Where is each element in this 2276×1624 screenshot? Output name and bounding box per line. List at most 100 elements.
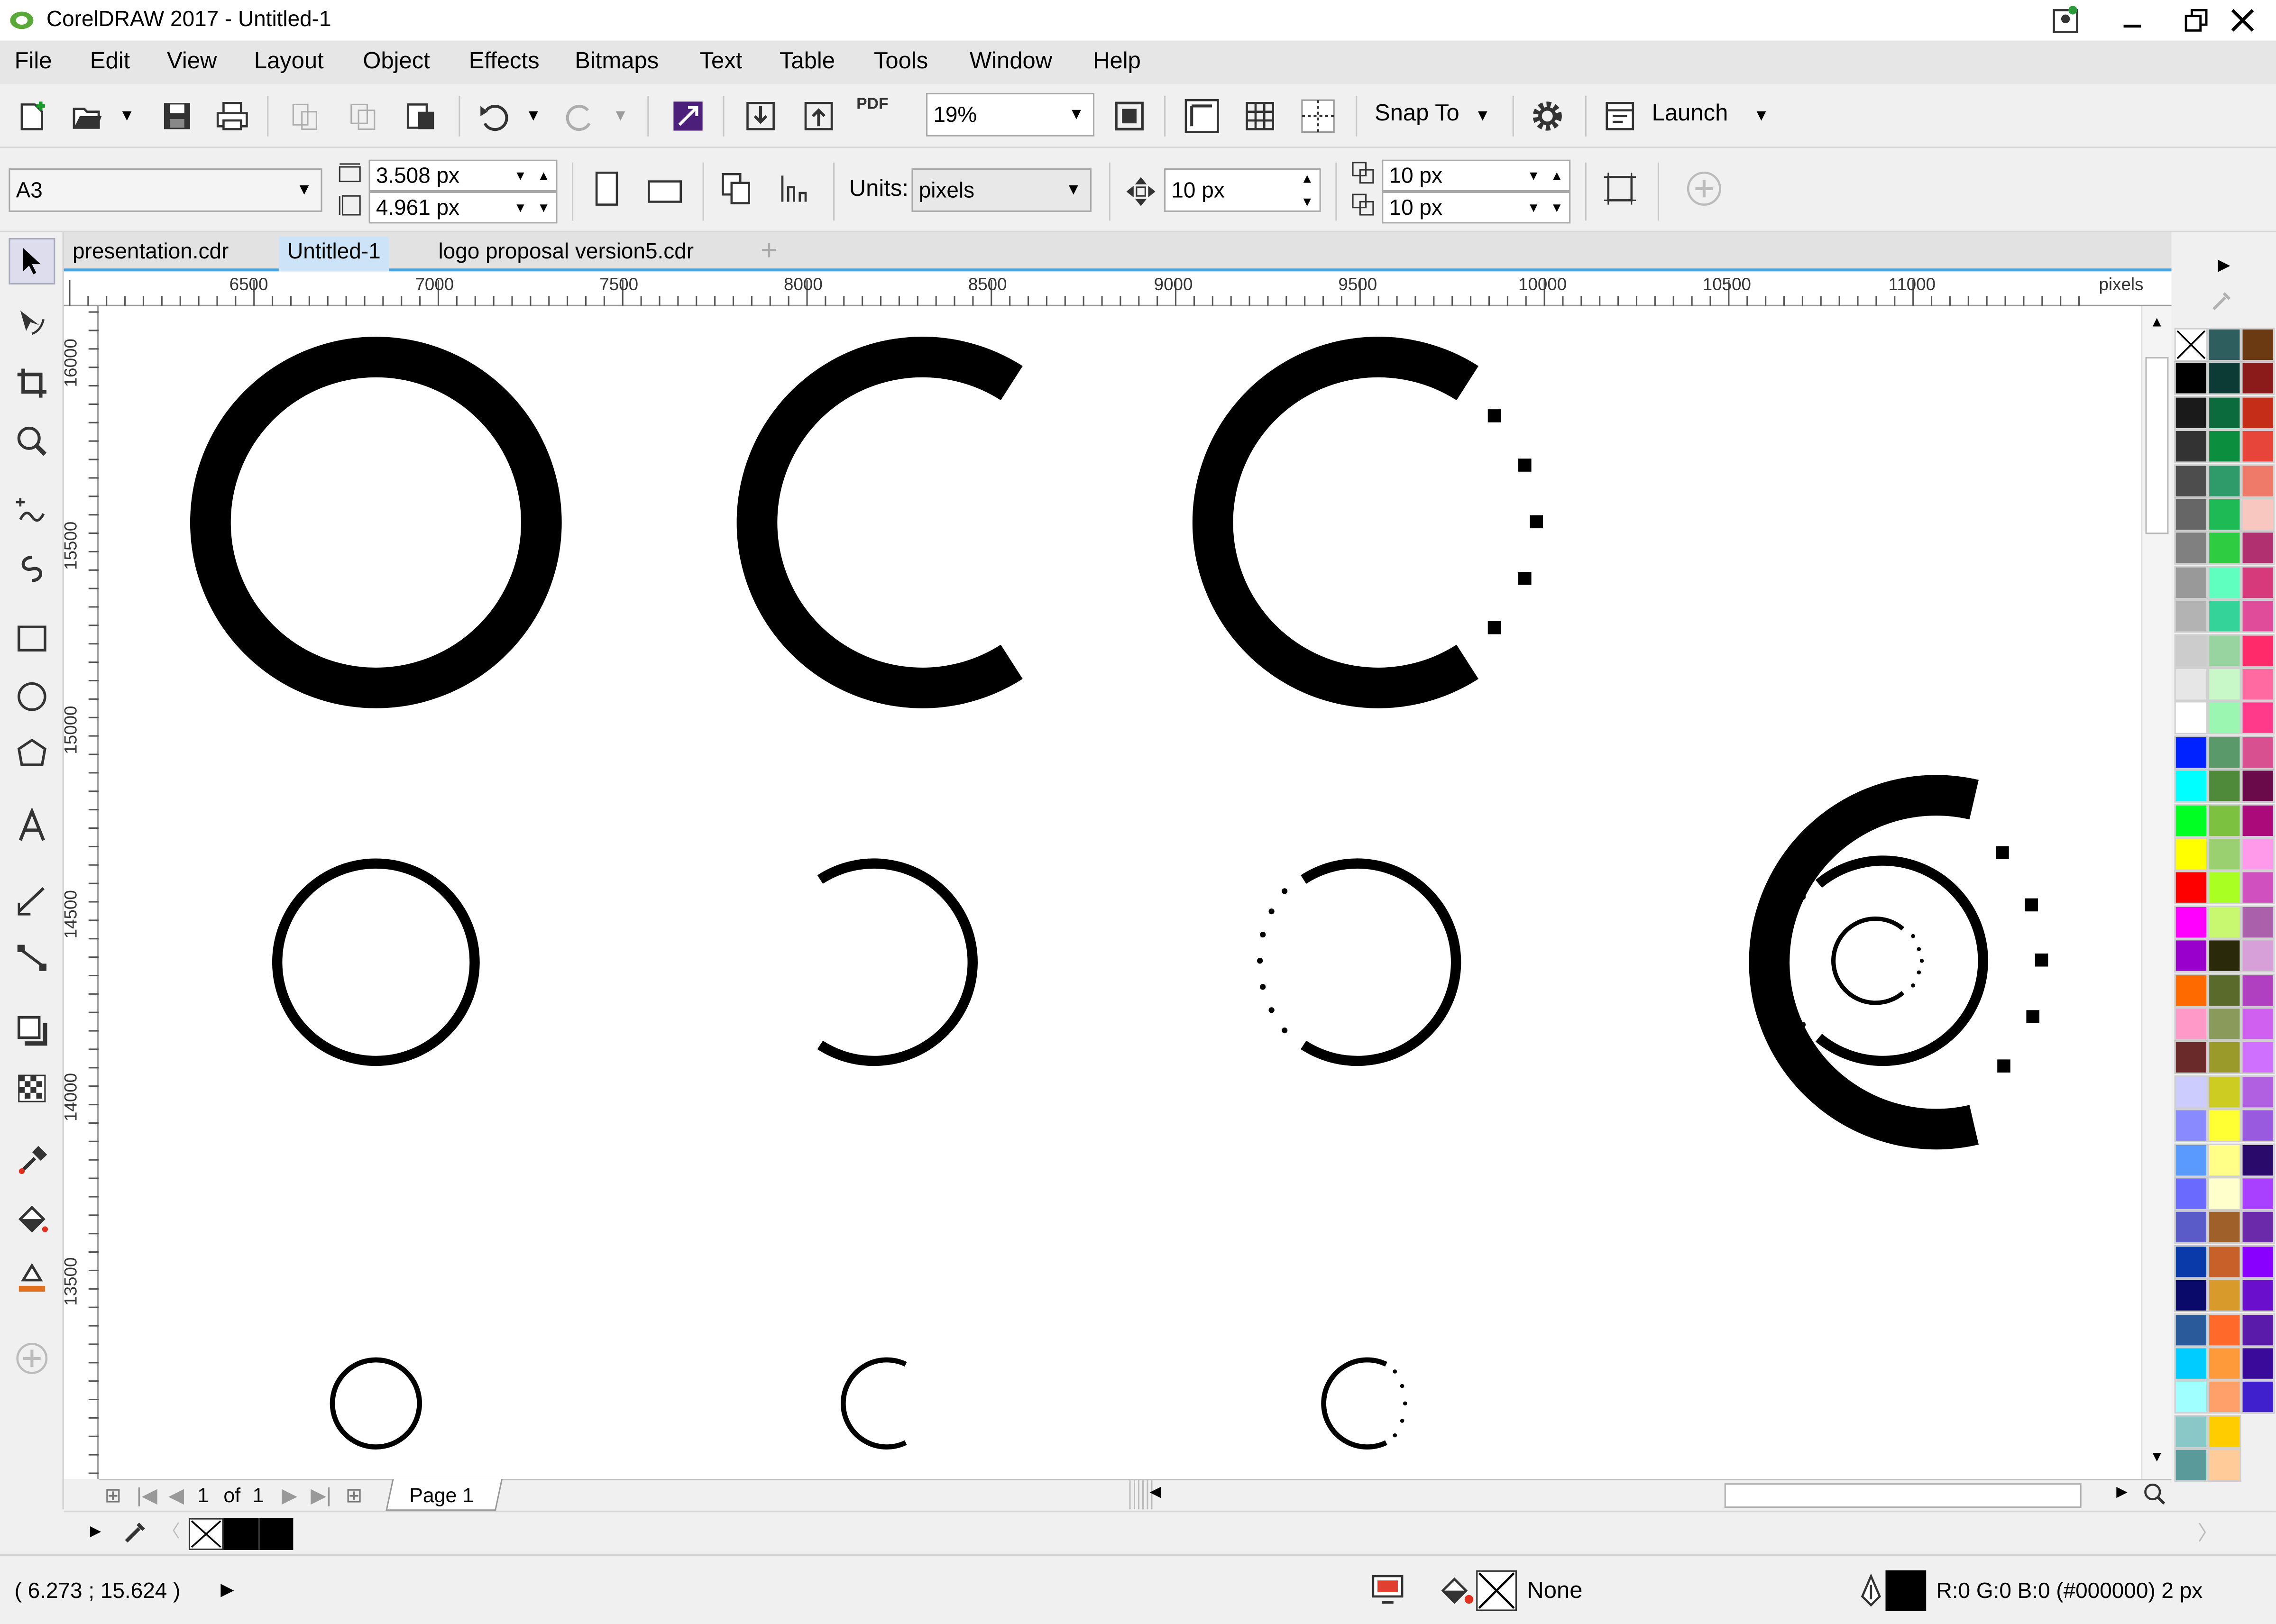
snap-to-dropdown-icon[interactable]: ▼	[1475, 107, 1490, 125]
add-icon[interactable]	[1684, 168, 1725, 209]
menu-bitmaps[interactable]: Bitmaps	[575, 49, 659, 75]
document-swatch-black[interactable]	[223, 1518, 258, 1550]
color-swatch[interactable]	[2241, 871, 2275, 905]
menu-tools[interactable]: Tools	[874, 49, 928, 75]
color-swatch[interactable]	[2241, 1245, 2275, 1278]
color-swatch[interactable]	[2174, 1414, 2208, 1449]
duplicate-y-field[interactable]: 10 px ▼ ▼	[1382, 192, 1571, 224]
horizontal-scroll-thumb[interactable]	[1724, 1483, 2082, 1508]
outline-color-swatch[interactable]	[1885, 1570, 1927, 1611]
smart-fill-icon[interactable]	[9, 1254, 55, 1301]
color-swatch[interactable]	[2174, 633, 2208, 667]
vertical-scrollbar[interactable]: ▲ ▼	[2141, 306, 2172, 1479]
tab-untitled-1[interactable]: Untitled-1	[278, 236, 390, 272]
color-swatch[interactable]	[2208, 1041, 2241, 1075]
menu-help[interactable]: Help	[1093, 49, 1141, 75]
color-swatch[interactable]	[2241, 430, 2275, 463]
zoom-navigator-icon[interactable]	[2142, 1482, 2166, 1512]
color-swatch[interactable]	[2174, 667, 2208, 701]
menu-edit[interactable]: Edit	[90, 49, 130, 75]
landscape-icon[interactable]	[644, 168, 685, 209]
color-swatch[interactable]	[2241, 667, 2275, 701]
menu-effects[interactable]: Effects	[469, 49, 540, 75]
color-swatch[interactable]	[2208, 973, 2241, 1007]
minimize-button[interactable]	[2099, 0, 2166, 41]
color-swatch[interactable]	[2241, 803, 2275, 837]
document-swatch-none[interactable]	[188, 1518, 224, 1550]
export-icon[interactable]	[798, 96, 839, 137]
zoom-level-field[interactable]: 19% ▼	[926, 92, 1095, 137]
show-guidelines-icon[interactable]	[1298, 96, 1339, 137]
document-palette-back-icon[interactable]: 〈	[163, 1518, 180, 1543]
nudge-spin-down-icon[interactable]: ▼	[1301, 194, 1313, 209]
redo-dropdown-icon[interactable]: ▼	[613, 107, 628, 125]
color-swatch[interactable]	[2208, 1109, 2241, 1143]
combined-logo[interactable]	[1749, 775, 2048, 1150]
height-spin-down-icon[interactable]: ▼	[537, 200, 550, 215]
color-swatch[interactable]	[2174, 1312, 2208, 1347]
print-icon[interactable]	[212, 96, 253, 137]
color-swatch[interactable]	[2208, 1279, 2241, 1312]
undo-dropdown-icon[interactable]: ▼	[525, 107, 541, 125]
color-swatch[interactable]	[2241, 1381, 2275, 1414]
menu-text[interactable]: Text	[699, 49, 742, 75]
color-swatch[interactable]	[2241, 362, 2275, 395]
rectangle-tool-icon[interactable]	[9, 615, 55, 662]
document-palette-eyedropper-icon[interactable]	[122, 1520, 148, 1553]
palette-eyedropper-icon[interactable]	[2209, 290, 2232, 321]
color-swatch[interactable]	[2241, 939, 2275, 973]
page-height-field[interactable]: 4.961 px ▼ ▼	[368, 192, 558, 224]
tab-logo-proposal[interactable]: logo proposal version5.cdr	[430, 237, 702, 271]
color-swatch[interactable]	[2241, 1109, 2275, 1143]
dup-y-spin-icon[interactable]: ▼	[1551, 200, 1563, 215]
color-swatch[interactable]	[2174, 701, 2208, 735]
menu-window[interactable]: Window	[970, 49, 1052, 75]
scroll-down-icon[interactable]: ▼	[2150, 1450, 2164, 1466]
copy-icon[interactable]	[342, 96, 383, 137]
page-size-select[interactable]: A3 ▼	[9, 168, 322, 212]
close-button[interactable]	[2209, 0, 2276, 41]
color-swatch[interactable]	[2174, 1041, 2208, 1075]
save-icon[interactable]	[157, 96, 198, 137]
height-unit-dropdown-icon[interactable]: ▼	[514, 200, 527, 215]
freehand-tool-icon[interactable]	[9, 487, 55, 534]
vertical-ruler[interactable]: 16000 15500 15000 14500 14000 13500	[61, 306, 99, 1479]
color-swatch[interactable]	[2241, 837, 2275, 871]
scroll-up-icon[interactable]: ▲	[2150, 315, 2164, 331]
color-swatch[interactable]	[2208, 735, 2241, 769]
nudge-distance-field[interactable]: 10 px ▲ ▼	[1164, 168, 1321, 212]
color-swatch[interactable]	[2241, 566, 2275, 599]
color-swatch[interactable]	[2241, 1075, 2275, 1109]
color-swatch[interactable]	[2241, 701, 2275, 735]
units-select[interactable]: pixels ▼	[911, 168, 1092, 212]
ellipse-tool-icon[interactable]	[9, 673, 55, 720]
nudge-spin-up-icon[interactable]: ▲	[1301, 171, 1313, 186]
color-swatch[interactable]	[2208, 1347, 2241, 1380]
last-page-icon[interactable]: ▶|	[311, 1483, 331, 1508]
zoom-tool-icon[interactable]	[9, 418, 55, 465]
open-icon[interactable]	[67, 96, 108, 137]
status-expand-icon[interactable]: ▶	[220, 1579, 234, 1599]
color-swatch[interactable]	[2241, 633, 2275, 667]
color-swatch[interactable]	[2208, 566, 2241, 599]
color-swatch[interactable]	[2241, 1347, 2275, 1380]
cut-icon[interactable]	[284, 96, 325, 137]
polygon-tool-icon[interactable]	[9, 732, 55, 778]
fill-bucket-icon[interactable]	[1437, 1573, 1475, 1615]
color-swatch[interactable]	[2174, 395, 2208, 430]
transparency-tool-icon[interactable]	[9, 1065, 55, 1112]
color-proofing-icon[interactable]	[1370, 1573, 1405, 1613]
tab-presentation[interactable]: presentation.cdr	[64, 237, 238, 271]
color-swatch[interactable]	[2208, 464, 2241, 497]
add-page-after-icon[interactable]: ⊞	[346, 1483, 363, 1508]
color-swatch[interactable]	[2241, 1177, 2275, 1211]
color-swatch[interactable]	[2241, 735, 2275, 769]
color-swatch[interactable]	[2174, 566, 2208, 599]
color-swatch[interactable]	[2174, 769, 2208, 803]
swatch-none[interactable]	[2174, 328, 2208, 362]
drawing-canvas[interactable]	[99, 306, 2141, 1479]
undo-icon[interactable]	[473, 96, 514, 137]
color-swatch[interactable]	[2208, 633, 2241, 667]
menu-view[interactable]: View	[167, 49, 217, 75]
add-page-before-icon[interactable]: ⊞	[104, 1483, 121, 1508]
